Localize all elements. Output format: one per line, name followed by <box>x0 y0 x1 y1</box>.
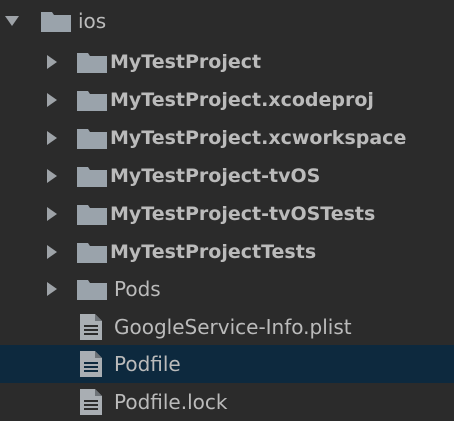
tree-label: MyTestProject.xcodeproj <box>110 89 374 111</box>
tree-label: MyTestProject.xcworkspace <box>110 127 407 149</box>
folder-icon <box>77 157 107 195</box>
tree-row-podfile-lock[interactable]: Podfile.lock <box>0 383 454 421</box>
tree-row-googleservice-info-plist[interactable]: GoogleService-Info.plist <box>0 308 454 346</box>
tree-label: MyTestProjectTests <box>110 241 317 263</box>
tree-row-podfile[interactable]: Podfile <box>0 345 454 383</box>
folder-icon <box>77 195 107 233</box>
file-icon <box>80 383 102 421</box>
chevron-right-icon[interactable] <box>45 43 59 81</box>
tree-label: Podfile <box>114 352 181 376</box>
chevron-right-icon[interactable] <box>45 195 59 233</box>
chevron-right-icon[interactable] <box>45 81 59 119</box>
tree-label: GoogleService-Info.plist <box>114 315 352 339</box>
folder-icon <box>77 119 107 157</box>
folder-icon <box>77 43 107 81</box>
chevron-right-icon[interactable] <box>45 119 59 157</box>
folder-icon <box>41 2 71 40</box>
tree-row-mytestproject-xcodeproj[interactable]: MyTestProject.xcodeproj <box>0 81 454 119</box>
tree-label: MyTestProject <box>110 51 262 73</box>
tree-label-ios: ios <box>78 9 107 33</box>
tree-row-mytestproject-xcworkspace[interactable]: MyTestProject.xcworkspace <box>0 119 454 157</box>
tree-label: MyTestProject-tvOS <box>110 165 321 187</box>
tree-row-mytestproject[interactable]: MyTestProject <box>0 43 454 81</box>
tree-row-mytestproject-tvos[interactable]: MyTestProject-tvOS <box>0 157 454 195</box>
folder-icon <box>77 81 107 119</box>
tree-label: Pods <box>114 277 161 301</box>
tree-label: MyTestProject-tvOSTests <box>110 203 376 225</box>
tree-row-mytestprojecttests[interactable]: MyTestProjectTests <box>0 233 454 271</box>
project-tree: ios MyTestProject MyTestProject.xcodepro… <box>0 0 454 421</box>
chevron-right-icon[interactable] <box>45 157 59 195</box>
file-icon <box>80 345 102 383</box>
tree-row-pods[interactable]: Pods <box>0 270 454 308</box>
folder-icon <box>77 233 107 271</box>
chevron-right-icon[interactable] <box>45 233 59 271</box>
tree-row-ios[interactable]: ios <box>0 2 454 40</box>
chevron-down-icon[interactable] <box>5 2 19 40</box>
tree-row-mytestproject-tvostests[interactable]: MyTestProject-tvOSTests <box>0 195 454 233</box>
folder-icon <box>77 270 107 308</box>
tree-label: Podfile.lock <box>114 390 228 414</box>
file-icon <box>80 308 102 346</box>
chevron-right-icon[interactable] <box>45 270 59 308</box>
